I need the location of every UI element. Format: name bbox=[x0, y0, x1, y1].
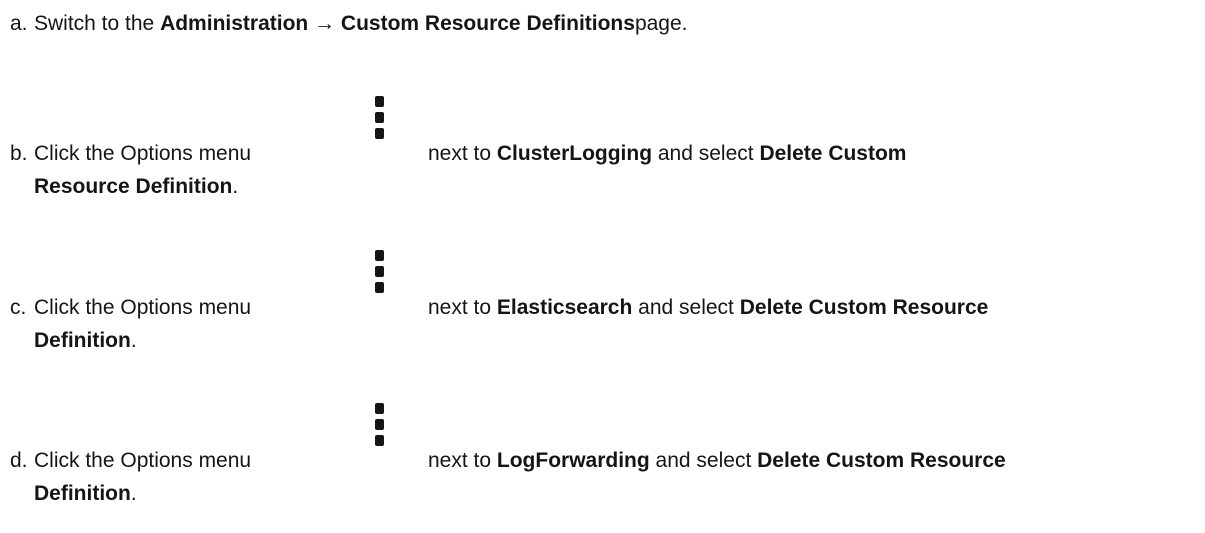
step-text: Click the Options menu bbox=[34, 296, 252, 319]
step-c-line1-rest: next to Elasticsearch and select Delete … bbox=[428, 296, 989, 319]
step-marker: a. bbox=[10, 12, 28, 35]
step-b-line1-rest: next to ClusterLogging and select Delete… bbox=[428, 142, 907, 165]
delete-action: Delete Custom Resource bbox=[757, 449, 1006, 472]
step-text: Click the Options menu bbox=[34, 449, 252, 472]
step-text: Click the Options menu bbox=[34, 142, 252, 165]
step-b-line2: Resource Definition. bbox=[34, 175, 239, 198]
step-d: d. Click the Options menu bbox=[10, 446, 251, 476]
step-marker: d. bbox=[10, 449, 28, 472]
delete-action: Delete Custom bbox=[759, 142, 907, 165]
kebab-icon bbox=[373, 250, 387, 300]
resource-name: ClusterLogging bbox=[496, 142, 653, 165]
step-a: a. Switch to the Administration → Custom … bbox=[10, 9, 688, 39]
kebab-icon bbox=[373, 96, 387, 146]
step-text: Switch to the bbox=[34, 12, 161, 35]
step-marker: c. bbox=[10, 296, 27, 319]
step-c-line2: Definition. bbox=[34, 329, 137, 352]
step-c: c. Click the Options menu bbox=[10, 293, 251, 323]
delete-action-cont: Definition bbox=[34, 329, 131, 352]
step-marker: b. bbox=[10, 142, 28, 165]
step-d-line2: Definition. bbox=[34, 482, 137, 505]
menu-path: Administration → Custom Resource Definit… bbox=[160, 12, 635, 35]
step-suffix: page. bbox=[634, 12, 688, 35]
kebab-icon bbox=[373, 403, 387, 453]
step-b: b. Click the Options menu bbox=[10, 139, 251, 169]
delete-action-cont: Resource Definition bbox=[34, 175, 233, 198]
step-d-line1-rest: next to LogForwarding and select Delete … bbox=[428, 449, 1006, 472]
resource-name: Elasticsearch bbox=[496, 296, 633, 319]
resource-name: LogForwarding bbox=[496, 449, 650, 472]
delete-action: Delete Custom Resource bbox=[739, 296, 989, 319]
delete-action-cont: Definition bbox=[34, 482, 131, 505]
